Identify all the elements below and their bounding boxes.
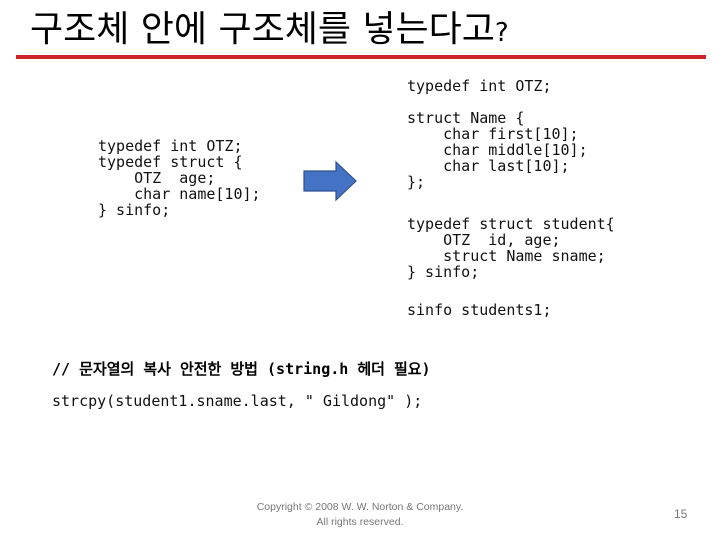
code-line: typedef struct student{ (407, 215, 615, 233)
strcpy-statement: strcpy(student1.sname.last, " Gildong" )… (52, 392, 423, 410)
code-line: char first[10]; (407, 125, 579, 143)
code-line: char name[10]; (98, 185, 261, 203)
code-line: } sinfo; (407, 263, 480, 281)
slide-title: 구조체 안에 구조체를 넣는다고? (30, 8, 509, 55)
code-line: OTZ id, age; (407, 231, 561, 249)
code-comment: // 문자열의 복사 안전한 방법 (string.h 헤더 필요) (52, 360, 431, 378)
right-arrow-icon (303, 160, 357, 202)
code-line: struct Name sname; (407, 247, 606, 265)
copyright-line-1: Copyright © 2008 W. W. Norton & Company. (256, 501, 464, 513)
slide-title-suffix: ? (494, 18, 509, 48)
title-underline (16, 55, 706, 59)
left-code-block: typedef int OTZ; typedef struct { OTZ age… (98, 138, 261, 218)
code-line: typedef int OTZ; (98, 137, 243, 155)
code-line: struct Name { (407, 109, 525, 127)
footer-copyright: Copyright © 2008 W. W. Norton & Company.… (230, 500, 490, 530)
struct-name-block: struct Name { char first[10]; char middl… (407, 110, 588, 190)
code-line: char last[10]; (407, 157, 570, 175)
code-line: char middle[10]; (407, 141, 588, 159)
typedef-student-block: typedef struct student{ OTZ id, age; str… (407, 216, 615, 280)
arrow-shape (303, 160, 357, 202)
code-line: typedef struct { (98, 153, 243, 171)
code-line: } sinfo; (98, 201, 171, 219)
declaration-line: sinfo students1; (407, 301, 552, 319)
copyright-line-2: All rights reserved. (316, 516, 404, 528)
page-number: 15 (674, 507, 688, 521)
code-line: }; (407, 173, 426, 191)
right-typedef-line: typedef int OTZ; (407, 77, 552, 95)
code-line: OTZ age; (98, 169, 216, 187)
slide-title-text: 구조체 안에 구조체를 넣는다고 (30, 9, 495, 50)
